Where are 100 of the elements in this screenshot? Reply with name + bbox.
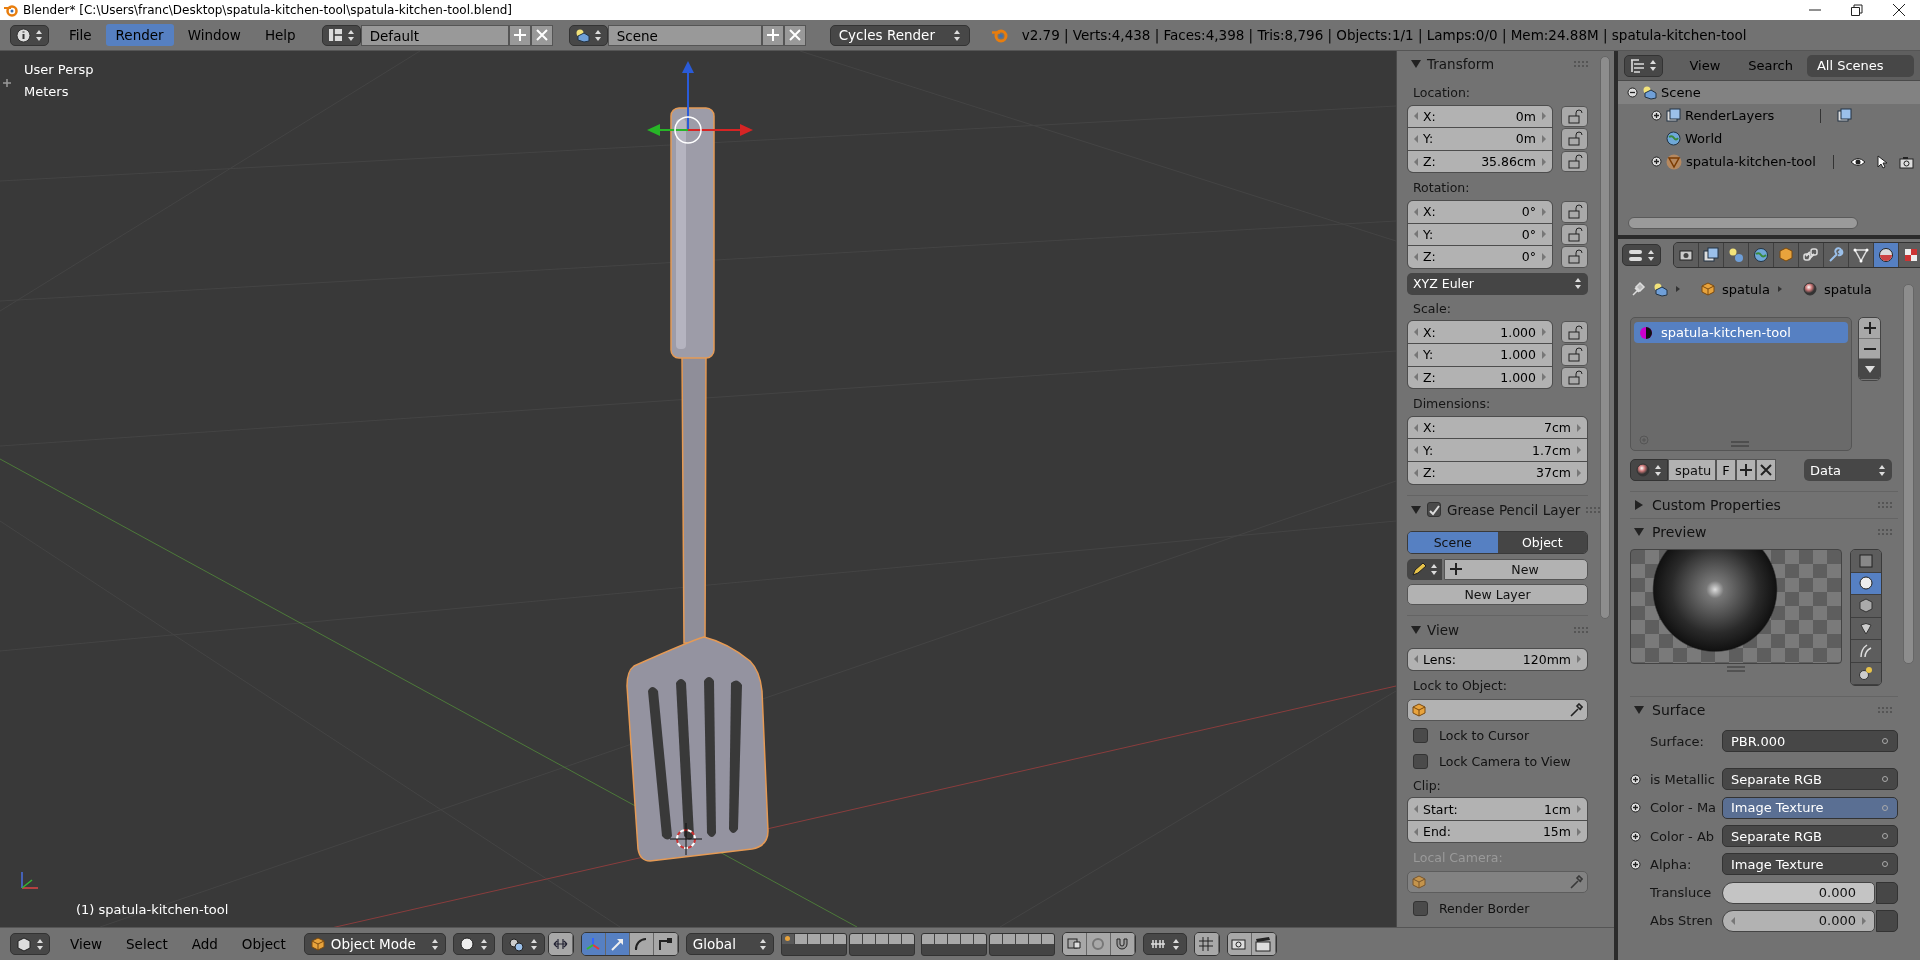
shading-dropdown[interactable] xyxy=(452,933,495,955)
new-material-button[interactable] xyxy=(1736,459,1756,481)
snap-element-dropdown[interactable] xyxy=(1142,933,1187,955)
layer-button[interactable] xyxy=(989,933,1002,944)
number-field[interactable]: X: 7cm xyxy=(1408,416,1587,439)
layer-button[interactable] xyxy=(1028,933,1041,944)
scene-field[interactable]: Scene xyxy=(607,24,762,46)
layer-button[interactable] xyxy=(1041,933,1054,944)
material-slot-list[interactable]: spatula-kitchen-tool xyxy=(1630,317,1852,451)
outliner-row[interactable]: World xyxy=(1618,127,1920,150)
layer-button[interactable] xyxy=(901,933,914,944)
magnet-button[interactable] xyxy=(1110,933,1135,955)
modifiers-tab[interactable] xyxy=(1824,243,1849,267)
new-button[interactable]: New xyxy=(1444,558,1588,580)
lock-button[interactable] xyxy=(1561,366,1588,389)
unlink-material-button[interactable] xyxy=(1756,459,1776,481)
plus-icon[interactable] xyxy=(3,79,11,87)
editor-type-button[interactable] xyxy=(1624,54,1663,77)
checkbox[interactable] xyxy=(1413,754,1428,770)
checkbox[interactable] xyxy=(1427,502,1441,517)
cube-preview-button[interactable] xyxy=(1851,595,1881,618)
slider-field[interactable]: 0.000 xyxy=(1722,881,1875,904)
lock-button[interactable] xyxy=(1561,343,1588,366)
world-tab[interactable] xyxy=(1749,243,1774,267)
tab[interactable]: Scene xyxy=(1408,531,1498,553)
breadcrumb-item[interactable]: spatula xyxy=(1722,281,1770,297)
node-link-button[interactable]: Separate RGB xyxy=(1722,825,1898,848)
screen-layout-field[interactable]: Default xyxy=(360,24,509,46)
outliner-row[interactable]: Scene xyxy=(1618,81,1920,104)
sky-preview-button[interactable] xyxy=(1851,662,1881,685)
checkbox[interactable] xyxy=(1413,900,1428,916)
slot-menu-button[interactable] xyxy=(1859,359,1880,380)
material-slot[interactable]: spatula-kitchen-tool xyxy=(1634,322,1848,343)
render-tab[interactable] xyxy=(1674,243,1699,267)
material-tab[interactable] xyxy=(1874,243,1899,267)
expand-icon[interactable] xyxy=(1630,858,1641,870)
layer-button[interactable] xyxy=(862,933,875,944)
new-layer-button[interactable]: New Layer xyxy=(1407,583,1588,605)
render-engine-dropdown[interactable]: Cycles Render xyxy=(829,24,970,46)
layer-button[interactable] xyxy=(921,933,934,944)
expand-icon[interactable] xyxy=(1650,156,1662,167)
socket-button[interactable] xyxy=(1876,881,1898,904)
layer-button[interactable] xyxy=(960,933,973,944)
number-field[interactable]: Z: 1.000 xyxy=(1408,366,1552,389)
panel-title[interactable]: Grease Pencil Layer xyxy=(1447,501,1581,518)
link-dropdown[interactable]: Data xyxy=(1804,459,1892,481)
resize-grip-icon[interactable] xyxy=(1731,441,1749,447)
panel-title[interactable]: Preview xyxy=(1652,524,1870,540)
add-layout-button[interactable] xyxy=(508,24,531,46)
display-mode-dropdown[interactable]: All Scenes xyxy=(1806,54,1914,77)
number-field[interactable]: Y: 0m xyxy=(1408,128,1552,150)
mode-dropdown[interactable]: Object Mode xyxy=(303,933,446,955)
camera-icon[interactable] xyxy=(1899,154,1914,169)
number-field[interactable]: 0.000 xyxy=(1722,909,1875,932)
scene-browse-button[interactable] xyxy=(568,24,608,46)
number-field[interactable]: Lens: 120mm xyxy=(1408,648,1587,671)
scrollbar[interactable] xyxy=(1903,284,1914,664)
delete-layout-button[interactable] xyxy=(530,24,553,46)
add-scene-button[interactable] xyxy=(761,24,784,46)
sphere-preview-button[interactable] xyxy=(1851,572,1881,595)
menu-item[interactable]: Render xyxy=(105,24,174,46)
menu-item[interactable]: View xyxy=(58,936,115,952)
expand-icon[interactable] xyxy=(1650,110,1662,121)
number-field[interactable]: Z: 35.86cm xyxy=(1408,150,1552,173)
lock-button[interactable] xyxy=(1561,223,1588,246)
pencil-browse-button[interactable] xyxy=(1407,558,1442,580)
menu-item[interactable]: Select xyxy=(114,936,180,952)
transform-gizmo-drawing[interactable] xyxy=(647,61,753,144)
panel-title[interactable]: Custom Properties xyxy=(1652,497,1870,513)
number-field[interactable]: X: 0m xyxy=(1408,105,1552,128)
outliner-row[interactable]: spatula-kitchen-tool xyxy=(1618,150,1920,173)
layer-button[interactable] xyxy=(947,933,960,944)
editor-type-button[interactable] xyxy=(10,933,50,955)
number-field[interactable]: Start: 1cm xyxy=(1408,798,1587,820)
lock-button[interactable] xyxy=(1561,200,1588,223)
scrollbar[interactable] xyxy=(1628,217,1858,229)
lock-button[interactable] xyxy=(1561,128,1588,150)
translate-mode-button[interactable] xyxy=(605,933,630,955)
rotation-mode-dropdown[interactable]: XYZ Euler xyxy=(1407,272,1588,295)
material-name-field[interactable]: spatu xyxy=(1668,459,1716,481)
editor-type-button[interactable] xyxy=(10,24,49,46)
layer-button[interactable] xyxy=(833,933,846,944)
lock-button[interactable] xyxy=(1561,150,1588,173)
layer-button[interactable] xyxy=(875,933,888,944)
cursor-arrow-icon[interactable] xyxy=(1876,154,1889,169)
editor-type-button[interactable] xyxy=(1622,244,1661,266)
data-tab[interactable] xyxy=(1849,243,1874,267)
node-link-button[interactable]: Image Texture xyxy=(1722,796,1898,819)
fake-user-button[interactable]: F xyxy=(1716,459,1736,481)
number-field[interactable]: Y: 1.7cm xyxy=(1408,439,1587,461)
rotate-mode-button[interactable] xyxy=(629,933,654,955)
number-field[interactable]: X: 1.000 xyxy=(1408,321,1552,343)
close-icon[interactable] xyxy=(1892,3,1906,17)
number-field[interactable]: X: 0° xyxy=(1408,200,1552,223)
delete-scene-button[interactable] xyxy=(783,24,806,46)
lock-button[interactable] xyxy=(1561,321,1588,343)
layer-button[interactable] xyxy=(1015,933,1028,944)
expand-icon[interactable] xyxy=(1630,773,1641,785)
layer-button[interactable] xyxy=(973,933,986,944)
panel-title[interactable]: View xyxy=(1427,621,1568,638)
